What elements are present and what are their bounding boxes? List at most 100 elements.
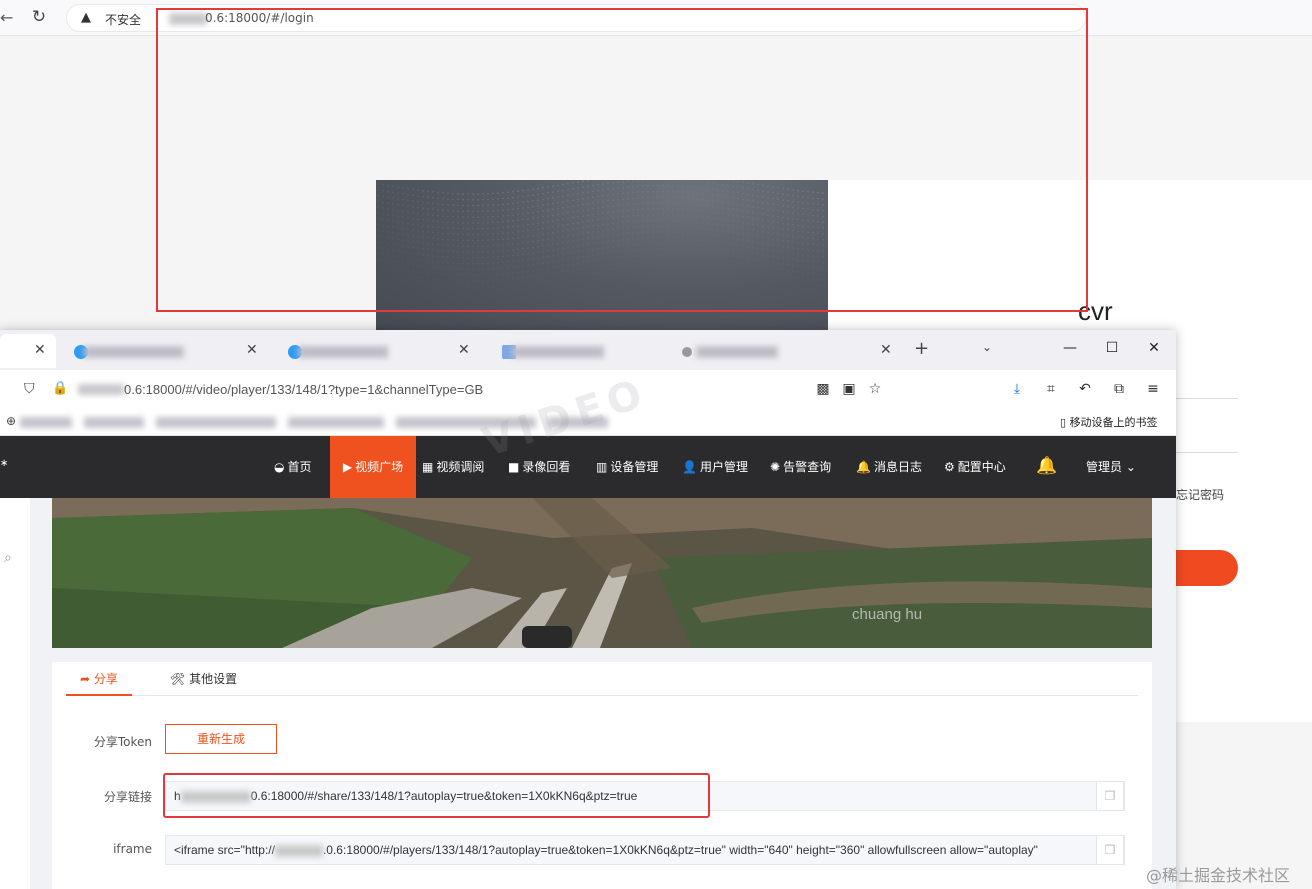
- nav-item-9[interactable]: ⚙ 配置中心: [944, 436, 1006, 498]
- globe-icon[interactable]: ⊕: [6, 414, 16, 428]
- nav-item-label: 录像回看: [522, 460, 571, 474]
- background-address-bar[interactable]: ▲ 不安全 0.6:18000/#/login: [66, 4, 1086, 32]
- share-link-value: 0.6:18000/#/share/133/148/1?autoplay=tru…: [250, 789, 638, 803]
- browser-tab[interactable]: ✕: [60, 334, 270, 368]
- user-label: 管理员: [1086, 460, 1123, 474]
- nav-item-label: 首页: [287, 460, 312, 474]
- app-top-navigation: ∗ ◒ 首页 ▶ 视频广场 ▦ 视频调阅 ■ 录像回看 ▥ 设备管理 👤 用户管理 ✺ 告警查询 🔔 消息日志…: [0, 436, 1176, 498]
- arrow-left-icon[interactable]: ←: [0, 8, 13, 28]
- browser-tab[interactable]: ✕: [274, 334, 484, 368]
- address-bar-url[interactable]: 0.6:18000/#/video/player/133/148/1?type=…: [124, 382, 483, 397]
- iframe-label: iframe: [113, 842, 152, 856]
- blurred-bookmark[interactable]: [20, 417, 72, 428]
- blurred-bookmark[interactable]: [288, 417, 384, 428]
- plus-icon[interactable]: +: [914, 338, 929, 359]
- crop-icon[interactable]: ⌗: [1042, 380, 1060, 398]
- shield-icon[interactable]: ⛉: [24, 381, 35, 397]
- share-icon: ➦: [80, 672, 91, 686]
- share-link-prefix: h: [174, 789, 181, 803]
- blurred-host: [78, 384, 124, 395]
- gear-icon: ⚙: [944, 460, 955, 474]
- forgot-password-link[interactable]: 忘记密码: [1176, 486, 1224, 503]
- close-icon[interactable]: ✕: [1144, 338, 1164, 358]
- tab-strip: ✕ ✕ ✕ ✕ + ⌄ — ☐ ✕: [0, 330, 1176, 370]
- login-hero-image: [376, 180, 828, 340]
- close-icon[interactable]: ✕: [458, 342, 470, 358]
- site-favicon-icon: [682, 347, 692, 357]
- reload-icon[interactable]: ↻: [28, 6, 50, 28]
- tab-other-settings[interactable]: 🛠 其他设置: [170, 662, 237, 696]
- browser-tab[interactable]: ✕: [668, 334, 892, 368]
- app-logo: ∗: [0, 458, 9, 469]
- nav-item-3[interactable]: ▦ 视频调阅: [422, 436, 484, 498]
- close-icon[interactable]: ✕: [246, 342, 258, 358]
- username-field-line[interactable]: [1176, 398, 1238, 399]
- picture-in-picture-icon[interactable]: ▣: [840, 380, 858, 398]
- blurred-host: [169, 13, 207, 25]
- extensions-icon[interactable]: ⧉: [1110, 380, 1128, 398]
- close-icon[interactable]: ✕: [34, 342, 46, 358]
- nav-item-2[interactable]: ▶ 视频广场: [330, 436, 416, 498]
- background-url: 0.6:18000/#/login: [205, 11, 314, 25]
- regenerate-token-button[interactable]: 重新生成: [165, 724, 277, 754]
- security-label[interactable]: 不安全: [105, 11, 141, 28]
- minimize-icon[interactable]: —: [1060, 338, 1080, 358]
- close-icon[interactable]: ✕: [880, 342, 892, 358]
- blurred-host: [274, 844, 323, 857]
- blurred-tab-title: [84, 346, 184, 358]
- tab-other-settings-label: 其他设置: [189, 672, 238, 686]
- dashboard-icon: ◒: [274, 460, 285, 474]
- sidebar: ⌕: [0, 498, 30, 889]
- iframe-code-field[interactable]: <iframe src="http:// .0.6:18000/#/players…: [165, 835, 1125, 865]
- nav-item-label: 用户管理: [699, 460, 748, 474]
- undo-icon[interactable]: ↶: [1076, 380, 1094, 398]
- menu-icon[interactable]: ≡: [1144, 380, 1162, 398]
- bookmarks-bar: ⊕ ▯ 移动设备上的书签: [0, 408, 1176, 436]
- copy-icon[interactable]: ❐: [1096, 835, 1124, 865]
- browser-tab[interactable]: [488, 334, 688, 368]
- app-content: ⌕ chuang hu ➦ 分享 🛠 其他设置 分享Token 重新生成 分享链…: [0, 498, 1176, 889]
- maximize-icon[interactable]: ☐: [1102, 338, 1122, 358]
- lock-icon[interactable]: 🔒: [52, 381, 68, 396]
- blurred-bookmark[interactable]: [548, 417, 608, 428]
- star-icon[interactable]: ☆: [866, 380, 884, 398]
- copy-icon[interactable]: ❐: [1096, 781, 1124, 811]
- nav-item-label: 配置中心: [957, 460, 1006, 474]
- qr-code-icon[interactable]: ▩: [814, 380, 832, 398]
- server-icon: ▥: [596, 460, 608, 474]
- search-icon[interactable]: ⌕: [4, 550, 12, 566]
- settings-tabs: ➦ 分享 🛠 其他设置: [66, 662, 1138, 696]
- nav-item-5[interactable]: ▥ 设备管理: [596, 436, 658, 498]
- nav-item-7[interactable]: ✺ 告警查询: [770, 436, 831, 498]
- layout-icon: ▦: [422, 460, 434, 474]
- nav-item-1[interactable]: ◒ 首页: [274, 436, 312, 498]
- browser-tab[interactable]: ✕: [0, 334, 56, 368]
- nav-item-6[interactable]: 👤 用户管理: [682, 436, 748, 498]
- blurred-bookmark[interactable]: [156, 417, 276, 428]
- blurred-host: [180, 790, 251, 803]
- user-icon: 👤: [682, 460, 697, 474]
- blurred-bookmark[interactable]: [396, 417, 536, 428]
- download-icon[interactable]: ⤓: [1008, 380, 1026, 398]
- nav-item-4[interactable]: ■ 录像回看: [508, 436, 570, 498]
- nav-item-label: 消息日志: [873, 460, 922, 474]
- nav-item-label: 视频广场: [355, 460, 404, 474]
- share-link-field[interactable]: h 0.6:18000/#/share/133/148/1?autoplay=tr…: [165, 781, 1125, 811]
- chevron-down-icon[interactable]: ⌄: [982, 340, 992, 354]
- tab-share[interactable]: ➦ 分享: [66, 662, 132, 696]
- password-field-line[interactable]: [1176, 452, 1238, 453]
- mobile-bookmarks-folder[interactable]: ▯ 移动设备上的书签: [1060, 414, 1158, 430]
- video-player[interactable]: chuang hu: [52, 498, 1152, 648]
- play-circle-icon: ▶: [342, 460, 353, 474]
- warning-triangle-icon[interactable]: ▲: [81, 10, 91, 25]
- bell-icon[interactable]: 🔔: [1036, 456, 1057, 476]
- iframe-value: .0.6:18000/#/players/133/148/1?autoplay=…: [322, 843, 1038, 857]
- blurred-tab-title: [298, 346, 388, 358]
- blurred-bookmark[interactable]: [84, 417, 144, 428]
- login-title: cvr: [1078, 296, 1113, 326]
- user-menu[interactable]: 管理员 ⌄: [1086, 436, 1136, 498]
- background-browser-toolbar: ← ↻ ▲ 不安全 0.6:18000/#/login: [0, 0, 1312, 36]
- blurred-tab-title: [696, 346, 778, 358]
- nav-item-8[interactable]: 🔔 消息日志: [856, 436, 922, 498]
- share-token-label: 分享Token: [93, 735, 152, 749]
